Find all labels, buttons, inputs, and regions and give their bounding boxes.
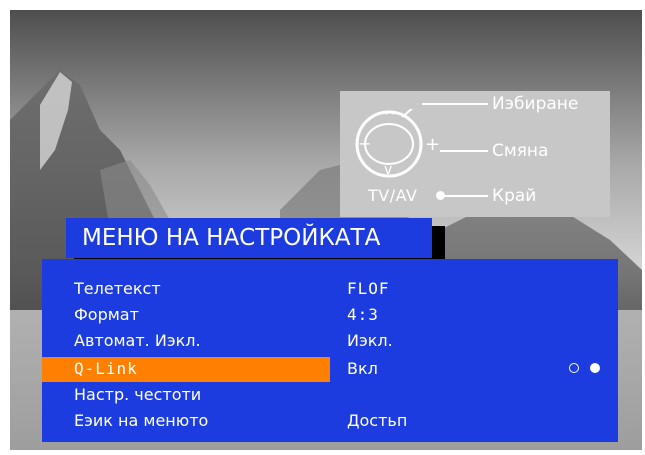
menu-item-label: Автомат. Иэкл. xyxy=(74,331,201,350)
select-label: Иэбиране xyxy=(492,94,579,114)
pad-right-symbol: + xyxy=(425,134,441,155)
menu-item-frequency-setup[interactable]: Настр. честоти xyxy=(42,383,618,407)
menu-item-format[interactable]: Формат 4:3 xyxy=(42,303,618,327)
setup-menu-panel: Телетекст FLOF Формат 4:3 Автомат. Иэкл.… xyxy=(42,259,618,442)
menu-item-menu-language[interactable]: Еэик на менюто Достьп xyxy=(42,409,618,433)
menu-item-label: Q-Link xyxy=(74,359,138,378)
menu-item-value: Иэкл. xyxy=(347,331,393,350)
menu-item-teletext[interactable]: Телетекст FLOF xyxy=(42,277,618,301)
menu-item-q-link[interactable]: Q-Link Вкл xyxy=(42,357,618,382)
menu-item-label: Формат xyxy=(74,305,139,324)
menu-item-value: 4:3 xyxy=(347,305,379,324)
change-pointer-line xyxy=(440,150,488,152)
menu-item-label: Настр. честоти xyxy=(74,385,202,404)
exit-label: Край xyxy=(492,186,537,206)
remote-hint-panel: ^ − + v Иэбиране Смяна TV/AV Край xyxy=(340,91,610,217)
option-off-radio-icon[interactable] xyxy=(569,363,579,373)
exit-pointer-line xyxy=(444,195,488,197)
option-on-radio-icon[interactable] xyxy=(590,363,600,373)
change-label: Смяна xyxy=(492,141,549,161)
tvav-label: TV/AV xyxy=(368,186,418,205)
select-pointer-line xyxy=(422,103,488,105)
menu-item-auto-off[interactable]: Автомат. Иэкл. Иэкл. xyxy=(42,329,618,353)
menu-item-label: Еэик на менюто xyxy=(74,411,209,430)
pad-down-symbol: v xyxy=(384,162,393,178)
pad-left-symbol: − xyxy=(358,134,372,153)
menu-title: МЕНЮ НА НАСТРОЙКАТА xyxy=(66,218,432,258)
menu-item-label: Телетекст xyxy=(74,279,161,298)
menu-item-value: Достьп xyxy=(347,411,408,430)
pad-up-symbol: ^ xyxy=(384,109,396,125)
menu-item-value: Вкл xyxy=(347,359,378,378)
menu-item-value: FLOF xyxy=(347,279,390,298)
